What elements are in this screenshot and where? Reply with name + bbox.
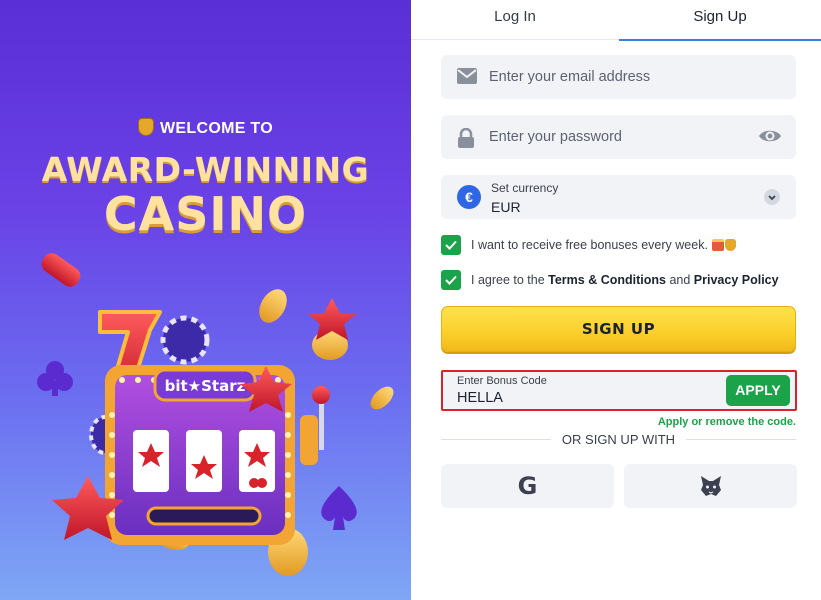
metamask-fox-icon	[701, 476, 721, 496]
bonuses-checkbox[interactable]	[441, 235, 461, 255]
terms-label: I agree to the Terms & Conditions and Pr…	[471, 273, 779, 287]
spade-icon	[321, 486, 357, 530]
money-bag-icon	[724, 239, 736, 251]
terms-conditions-link[interactable]: Terms & Conditions	[548, 273, 666, 287]
lock-icon	[457, 127, 475, 153]
headline-line-1: AWARD-WINNING	[41, 150, 370, 189]
welcome-heading: WELCOME TO	[0, 118, 411, 138]
bonus-code-label: Enter Bonus Code	[457, 375, 547, 387]
red-gem-icon	[41, 253, 81, 287]
money-bag-icon	[138, 118, 155, 136]
bonuses-opt-in-row: I want to receive free bonuses every wee…	[441, 235, 811, 255]
tab-log-in[interactable]: Log In	[411, 0, 619, 40]
euro-icon: €	[457, 185, 481, 209]
terms-row: I agree to the Terms & Conditions and Pr…	[441, 270, 811, 290]
privacy-policy-link[interactable]: Privacy Policy	[694, 273, 779, 287]
bonus-code-field: Enter Bonus Code APPLY	[441, 370, 797, 411]
email-input[interactable]	[489, 55, 749, 99]
envelope-icon	[457, 68, 477, 89]
gift-icon	[711, 239, 724, 251]
bonuses-opt-in-label: I want to receive free bonuses every wee…	[471, 238, 736, 252]
apply-button[interactable]: APPLY	[726, 375, 790, 406]
currency-select[interactable]: € Set currency EUR	[441, 175, 796, 219]
password-field	[441, 115, 796, 159]
signup-panel: Log In Sign Up € Set currency EUR I want…	[411, 0, 821, 600]
currency-label: Set currency	[491, 181, 559, 195]
tab-sign-up[interactable]: Sign Up	[619, 0, 821, 41]
divider-line	[686, 439, 796, 440]
slot-machine-illustration: bit★Starz	[37, 253, 394, 576]
email-field	[441, 55, 796, 99]
apply-hint: Apply or remove the code.	[657, 416, 796, 428]
sign-up-button[interactable]: SIGN UP	[441, 306, 796, 352]
promo-panel: WELCOME TO AWARD-WINNING CASINO bit★Star…	[0, 0, 411, 600]
eye-icon[interactable]	[758, 128, 782, 149]
google-icon: G	[517, 472, 538, 500]
currency-value: EUR	[491, 199, 521, 215]
bonus-code-input[interactable]	[457, 389, 697, 407]
chevron-down-icon	[764, 189, 780, 205]
bonuses-opt-in-text: I want to receive free bonuses every wee…	[471, 238, 708, 252]
google-signup-button[interactable]: G	[441, 464, 614, 508]
club-icon	[37, 361, 73, 396]
terms-prefix: I agree to the	[471, 273, 549, 287]
terms-and: and	[665, 273, 694, 287]
password-input[interactable]	[489, 115, 749, 159]
terms-checkbox[interactable]	[441, 270, 461, 290]
welcome-text: WELCOME TO	[160, 120, 273, 137]
metamask-signup-button[interactable]	[624, 464, 797, 508]
social-divider: OR SIGN UP WITH	[441, 432, 796, 447]
headline-line-2: CASINO	[103, 187, 308, 241]
auth-tabs: Log In Sign Up	[411, 0, 821, 41]
machine-logo-text: bit★Starz	[165, 377, 246, 395]
